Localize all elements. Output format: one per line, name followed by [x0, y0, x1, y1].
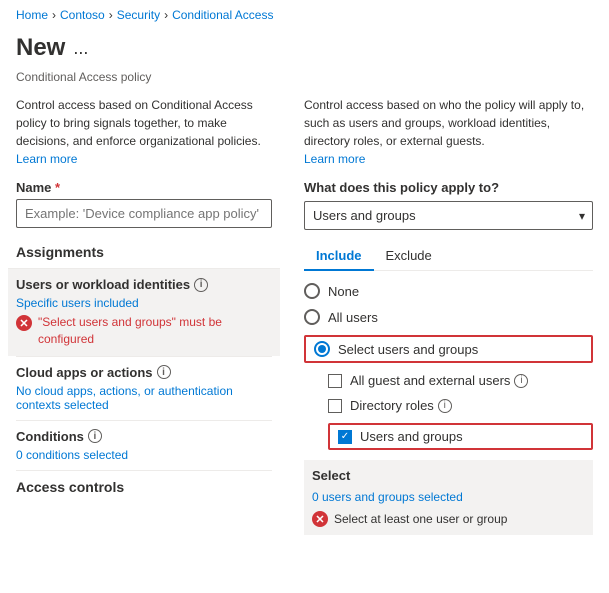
- radio-none[interactable]: None: [304, 283, 593, 299]
- directory-roles-info-icon[interactable]: i: [438, 399, 452, 413]
- breadcrumb-home[interactable]: Home: [16, 8, 48, 22]
- checkbox-guest-users[interactable]: All guest and external users i: [328, 373, 593, 388]
- checkbox-users-groups-check[interactable]: [338, 430, 352, 444]
- conditions-title: Conditions: [16, 429, 84, 444]
- radio-select-users-label: Select users and groups: [338, 342, 478, 357]
- select-error-icon: ✕: [312, 511, 328, 527]
- radio-none-button[interactable]: [304, 283, 320, 299]
- left-panel: Control access based on Conditional Acce…: [16, 96, 296, 535]
- page-title-area: New ...: [0, 30, 609, 70]
- checkbox-directory-roles-label: Directory roles i: [350, 398, 452, 413]
- assignments-title: Assignments: [16, 244, 272, 260]
- checkbox-directory-roles[interactable]: Directory roles i: [328, 398, 593, 413]
- page-subtitle: Conditional Access policy: [0, 70, 609, 96]
- conditions-item[interactable]: Conditions i 0 conditions selected: [16, 420, 272, 470]
- radio-all-users[interactable]: All users: [304, 309, 593, 325]
- select-error-row: ✕ Select at least one user or group: [312, 510, 585, 527]
- conditions-info-icon[interactable]: i: [88, 429, 102, 443]
- policy-dropdown[interactable]: Users and groups Workload identities: [304, 201, 593, 230]
- select-section-title: Select: [312, 468, 585, 483]
- access-controls-title: Access controls: [16, 479, 272, 495]
- users-workload-title: Users or workload identities: [16, 277, 190, 292]
- left-learn-more-link[interactable]: Learn more: [16, 152, 77, 166]
- guest-users-info-icon[interactable]: i: [514, 374, 528, 388]
- breadcrumb: Home › Contoso › Security › Conditional …: [0, 0, 609, 30]
- cloud-apps-title: Cloud apps or actions: [16, 365, 153, 380]
- users-error-text: "Select users and groups" must be config…: [38, 314, 272, 348]
- right-description: Control access based on who the policy w…: [304, 96, 593, 168]
- tab-include[interactable]: Include: [304, 242, 374, 271]
- users-groups-selected-link[interactable]: 0 users and groups selected: [312, 490, 463, 504]
- access-controls-item[interactable]: Access controls: [16, 470, 272, 511]
- radio-none-label: None: [328, 284, 359, 299]
- checkbox-users-groups-box[interactable]: Users and groups: [328, 423, 593, 450]
- policy-dropdown-wrapper[interactable]: Users and groups Workload identities ▾: [304, 201, 593, 230]
- radio-select-users-box[interactable]: Select users and groups: [304, 335, 593, 363]
- users-workload-item[interactable]: Users or workload identities i Specific …: [8, 268, 280, 356]
- checkbox-options-group: All guest and external users i Directory…: [328, 373, 593, 413]
- breadcrumb-conditional-access[interactable]: Conditional Access: [172, 8, 273, 22]
- breadcrumb-security[interactable]: Security: [117, 8, 160, 22]
- left-description: Control access based on Conditional Acce…: [16, 96, 272, 168]
- users-sub-text: Specific users included: [16, 296, 272, 310]
- page-title: New: [16, 34, 65, 62]
- breadcrumb-contoso[interactable]: Contoso: [60, 8, 105, 22]
- checkbox-users-groups-label: Users and groups: [360, 429, 463, 444]
- radio-select-users-button[interactable]: [314, 341, 330, 357]
- tab-exclude[interactable]: Exclude: [374, 242, 444, 271]
- radio-all-users-button[interactable]: [304, 309, 320, 325]
- conditions-sub-text: 0 conditions selected: [16, 448, 272, 462]
- users-error-row: ✕ "Select users and groups" must be conf…: [16, 314, 272, 348]
- cloud-apps-info-icon[interactable]: i: [157, 365, 171, 379]
- right-learn-more-link[interactable]: Learn more: [304, 152, 365, 166]
- ellipsis-menu-button[interactable]: ...: [73, 38, 88, 59]
- name-input[interactable]: [16, 199, 272, 228]
- select-section: Select 0 users and groups selected ✕ Sel…: [304, 460, 593, 535]
- checkbox-guest-users-box[interactable]: [328, 374, 342, 388]
- cloud-apps-item[interactable]: Cloud apps or actions i No cloud apps, a…: [16, 356, 272, 420]
- right-panel: Control access based on who the policy w…: [296, 96, 593, 535]
- include-exclude-tabs: Include Exclude: [304, 242, 593, 271]
- cloud-apps-sub-text: No cloud apps, actions, or authenticatio…: [16, 384, 272, 412]
- select-error-text: Select at least one user or group: [334, 512, 507, 526]
- users-info-icon[interactable]: i: [194, 278, 208, 292]
- radio-all-users-label: All users: [328, 310, 378, 325]
- checkbox-guest-users-label: All guest and external users i: [350, 373, 528, 388]
- required-marker: *: [51, 180, 60, 195]
- name-label: Name *: [16, 180, 272, 195]
- policy-question: What does this policy apply to?: [304, 180, 593, 195]
- users-error-icon: ✕: [16, 315, 32, 331]
- checkbox-directory-roles-box[interactable]: [328, 399, 342, 413]
